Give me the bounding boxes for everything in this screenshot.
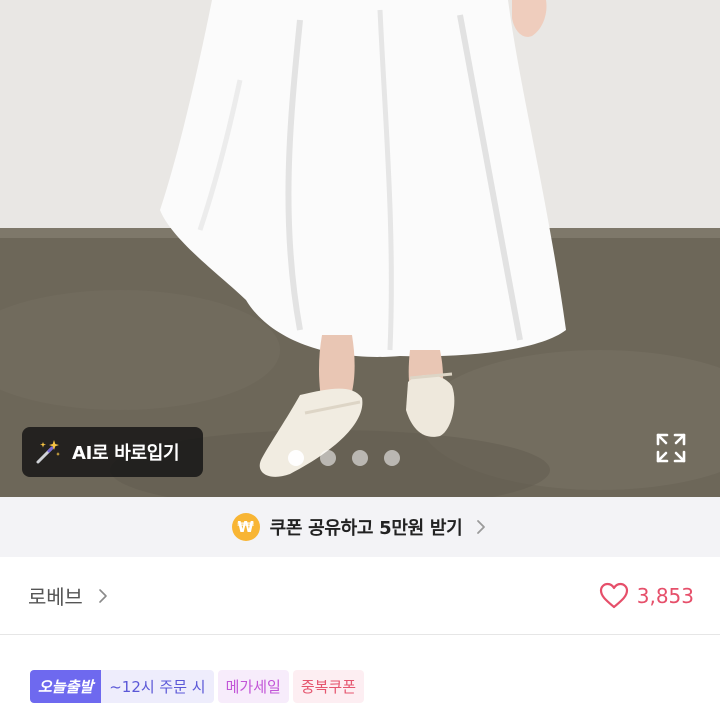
like-button[interactable]: 3,853 — [599, 582, 694, 610]
order-cutoff-badge: ~12시 주문 시 — [101, 670, 214, 703]
brand-row: 로베브 3,853 — [0, 557, 720, 635]
product-badges: 오늘출발 ~12시 주문 시 메가세일 중복쿠폰 — [30, 670, 365, 703]
brand-name: 로베브 — [28, 585, 83, 609]
ai-tryon-label: AI로 바로입기 — [72, 443, 180, 464]
image-pagination — [288, 450, 400, 466]
pagination-dot-1[interactable] — [288, 450, 304, 466]
pagination-dot-3[interactable] — [352, 450, 368, 466]
brand-link[interactable]: 로베브 — [28, 581, 109, 610]
pagination-dot-2[interactable] — [320, 450, 336, 466]
magic-wand-icon — [36, 440, 60, 464]
chevron-right-icon — [98, 588, 107, 603]
coupon-share-banner[interactable]: ₩ 쿠폰 공유하고 5만원 받기 — [0, 497, 720, 557]
chevron-right-icon — [477, 520, 486, 534]
product-image[interactable]: AI로 바로입기 — [0, 0, 720, 497]
pagination-dot-4[interactable] — [384, 450, 400, 466]
double-coupon-badge: 중복쿠폰 — [292, 670, 365, 703]
today-delivery-badge: 오늘출발 — [30, 670, 102, 703]
like-count: 3,853 — [636, 583, 694, 608]
mega-sale-badge: 메가세일 — [217, 670, 289, 703]
product-photo-scene — [0, 0, 720, 497]
heart-icon — [599, 582, 628, 608]
ai-tryon-button[interactable]: AI로 바로입기 — [22, 427, 203, 477]
won-coin-icon: ₩ — [231, 513, 260, 541]
coupon-share-text: 쿠폰 공유하고 5만원 받기 — [269, 518, 463, 539]
expand-icon[interactable] — [653, 430, 689, 466]
